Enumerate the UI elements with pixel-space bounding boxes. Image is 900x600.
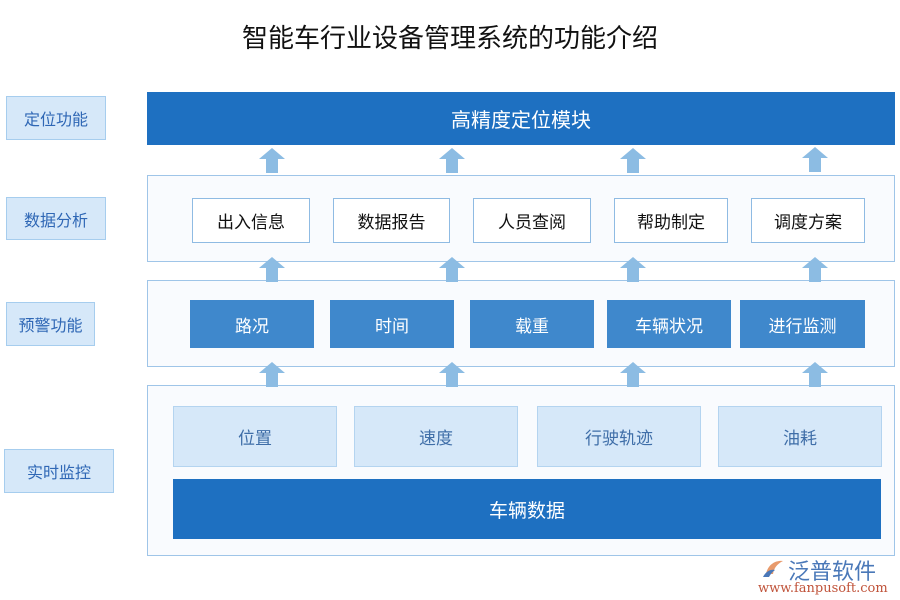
up-arrow-icon: [620, 257, 646, 282]
up-arrow-icon: [802, 257, 828, 282]
monitoring-item: 速度: [354, 406, 518, 467]
warning-item: 进行监测: [740, 300, 865, 348]
warning-item: 载重: [470, 300, 594, 348]
analysis-item: 数据报告: [333, 198, 450, 243]
watermark-url: www.fanpusoft.com: [758, 581, 888, 596]
warning-item: 车辆状况: [607, 300, 731, 348]
monitoring-item: 行驶轨迹: [537, 406, 701, 467]
analysis-item: 调度方案: [751, 198, 865, 243]
warning-item: 时间: [330, 300, 454, 348]
analysis-item: 帮助制定: [614, 198, 728, 243]
side-label-positioning: 定位功能: [6, 96, 106, 140]
diagram-title: 智能车行业设备管理系统的功能介绍: [241, 24, 658, 54]
monitoring-item: 位置: [173, 406, 337, 467]
up-arrow-icon: [439, 362, 465, 387]
analysis-item: 人员查阅: [473, 198, 591, 243]
side-label-analysis: 数据分析: [6, 197, 106, 240]
up-arrow-icon: [439, 148, 465, 173]
up-arrow-icon: [620, 148, 646, 173]
analysis-item: 出入信息: [192, 198, 310, 243]
side-label-monitoring: 实时监控: [4, 449, 114, 493]
up-arrow-icon: [802, 147, 828, 172]
monitoring-item: 油耗: [718, 406, 882, 467]
side-label-warning: 预警功能: [6, 302, 95, 346]
up-arrow-icon: [620, 362, 646, 387]
vehicle-data-bar: 车辆数据: [173, 479, 881, 539]
watermark-logo: 泛普软件 www.fanpusoft.com: [758, 554, 888, 596]
up-arrow-icon: [259, 148, 285, 173]
up-arrow-icon: [259, 257, 285, 282]
positioning-module-bar: 高精度定位模块: [147, 92, 895, 145]
up-arrow-icon: [439, 257, 465, 282]
brand-logo-icon: [763, 560, 783, 577]
warning-item: 路况: [190, 300, 314, 348]
up-arrow-icon: [802, 362, 828, 387]
up-arrow-icon: [259, 362, 285, 387]
